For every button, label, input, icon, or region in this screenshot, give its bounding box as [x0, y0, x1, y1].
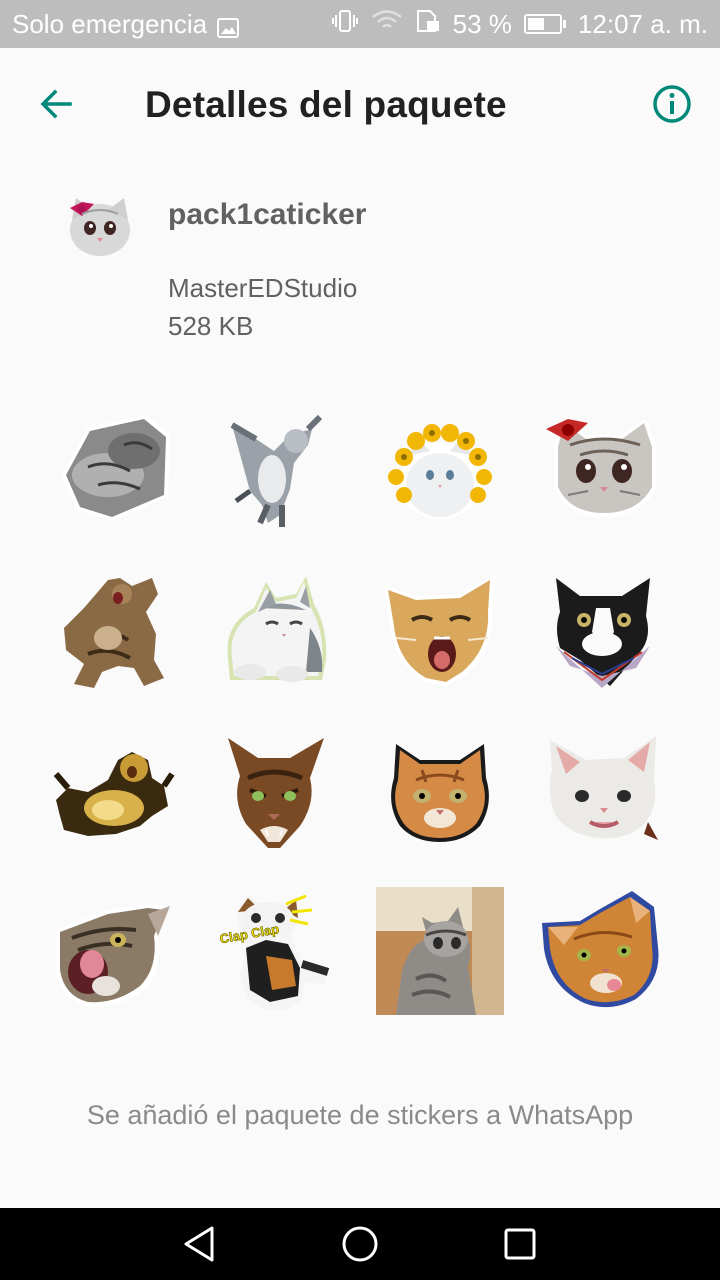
info-icon: [653, 85, 691, 123]
sticker-tabby-licking[interactable]: [48, 890, 176, 1018]
nav-recents-button[interactable]: [498, 1222, 542, 1266]
status-bar: Solo emergencia 53 % 12:07 a. m.: [0, 0, 720, 48]
nav-home-button[interactable]: [338, 1222, 382, 1266]
sticker-gray-tabby-photo[interactable]: [376, 887, 504, 1015]
sticker-yawning-cat[interactable]: [376, 568, 504, 696]
gallery-icon: [217, 14, 240, 38]
back-button[interactable]: [30, 78, 82, 130]
sticker-bow-cat[interactable]: [540, 405, 668, 533]
status-message: Se añadió el paquete de stickers a Whats…: [86, 1100, 634, 1130]
sticker-sleeping-cats[interactable]: [48, 405, 176, 533]
sticker-clapping-cat[interactable]: Clap Clap: [210, 890, 338, 1018]
nav-back-icon: [184, 1226, 214, 1262]
sticker-surprised-tabby[interactable]: [48, 568, 176, 696]
sticker-relaxed-cat[interactable]: [210, 568, 338, 696]
page-title: Detalles del paquete: [145, 84, 507, 125]
carrier-text: Solo emergencia: [12, 8, 208, 39]
sticker-angry-tabby[interactable]: [210, 730, 338, 858]
battery-percent: 53 %: [452, 8, 512, 39]
nav-home-icon: [342, 1226, 378, 1262]
pack-size: 528 KB: [168, 311, 254, 341]
sticker-cat-on-back[interactable]: [48, 730, 176, 858]
data-saver-icon: [415, 9, 441, 40]
pack-tray-icon: [66, 190, 134, 260]
sticker-bandana-cat[interactable]: [540, 568, 668, 696]
sticker-dancing-cat[interactable]: [210, 405, 338, 533]
navigation-bar: [0, 1208, 720, 1280]
sticker-white-cat-face[interactable]: [540, 730, 668, 858]
pack-publisher: MasterEDStudio: [168, 273, 358, 303]
wifi-icon: [371, 9, 403, 40]
clock: 12:07 a. m.: [577, 8, 708, 39]
sticker-ginger-licking[interactable]: [540, 887, 668, 1015]
pack-name: pack1caticker: [168, 198, 367, 231]
nav-back-button[interactable]: [178, 1222, 222, 1266]
sticker-flower-crown-cat[interactable]: [376, 405, 504, 533]
battery-icon: [523, 14, 566, 34]
carrier-group: Solo emergencia: [12, 8, 240, 40]
vibrate-icon: [331, 9, 359, 40]
nav-recents-icon: [504, 1228, 536, 1260]
info-button[interactable]: [646, 78, 698, 130]
app-bar: Detalles del paquete: [0, 48, 720, 160]
arrow-back-icon: [40, 89, 72, 119]
sticker-orange-cat-face[interactable]: [376, 730, 504, 858]
status-right: 53 % 12:07 a. m.: [319, 9, 708, 40]
